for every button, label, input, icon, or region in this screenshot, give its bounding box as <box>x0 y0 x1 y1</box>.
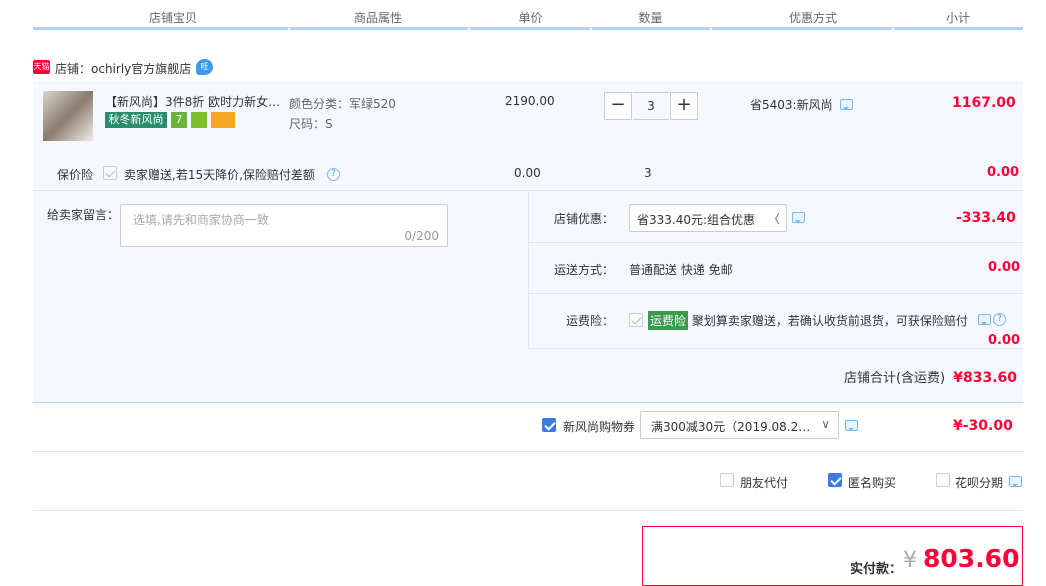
coupon-value: 满300减30元（2019.08.2… <box>651 420 811 434</box>
freight-ins-help-icon[interactable]: ? <box>993 313 1006 326</box>
cart-item: 【新风尚】3件8折 欧时力新女装2019冬装新款 秋冬新风尚 7 颜色分类：军绿… <box>33 81 1023 191</box>
order-details: 给卖家留言： 选填,请先和商家协商一致 0/200 店铺优惠： 省333.40元… <box>33 191 1024 403</box>
friend-pay-checkbox[interactable] <box>720 473 734 487</box>
header-divider <box>892 28 894 31</box>
wangwang-chat-icon[interactable]: 旺 <box>196 59 213 75</box>
promo-text: 省5403:新风尚 <box>750 98 833 112</box>
insurance-qty: 3 <box>644 166 652 180</box>
product-color: 颜色分类：军绿520 <box>289 97 396 111</box>
header-subtotal: 小计 <box>945 11 970 25</box>
freight-ins-amount: 0.00 <box>988 333 1021 348</box>
freight-ins-text: 聚划算卖家赠送，若确认收货前退货，可获保险赔付 <box>691 314 968 328</box>
store-promo-amount: -333.40 <box>956 210 1016 226</box>
store-promo-select[interactable]: 省333.40元:组合优惠 〈 <box>629 204 787 232</box>
store-name-link[interactable]: 店铺：ochirly官方旗舰店 <box>55 60 191 77</box>
store-promo-row: 店铺优惠： 省333.40元:组合优惠 〈 -333.40 <box>529 191 1024 243</box>
store-promo-message-icon[interactable] <box>792 212 805 223</box>
seller-memo-textarea[interactable]: 选填,请先和商家协商一致 0/200 <box>120 204 448 247</box>
tag-card-icon <box>211 112 235 128</box>
header-divider <box>590 28 592 31</box>
coupon-amount: ¥-30.00 <box>953 418 1013 434</box>
store-total-label: 店铺合计(含运费) <box>843 371 946 386</box>
shipping-label: 运送方式： <box>554 263 615 277</box>
insurance-desc: 卖家赠送,若15天降价,保险赔付差额 <box>124 168 315 182</box>
insurance-subtotal: 0.00 <box>987 165 1020 180</box>
freight-ins-checkbox <box>629 313 643 327</box>
tag-autumn-winter: 秋冬新风尚 <box>105 112 167 128</box>
tag-seven-day-return-icon: 7 <box>171 112 187 128</box>
product-thumbnail[interactable] <box>43 91 93 141</box>
freight-ins-label: 运费险： <box>566 314 615 328</box>
store-promo-value: 省333.40元:组合优惠 <box>637 213 756 227</box>
friend-pay-label: 朋友代付 <box>740 476 789 490</box>
freight-ins-badge: 运费险 <box>648 311 689 330</box>
header-divider <box>710 28 712 31</box>
header-attr: 商品属性 <box>353 11 402 25</box>
memo-placeholder: 选填,请先和商家协商一致 <box>133 213 269 227</box>
quantity-minus-button[interactable]: − <box>604 92 632 120</box>
promo-message-icon[interactable] <box>840 99 853 110</box>
divider <box>33 510 1023 511</box>
coupon-checkbox[interactable] <box>542 418 556 432</box>
freight-ins-desc: 运费险 聚划算卖家赠送，若确认收货前退货，可获保险赔付 <box>648 311 968 330</box>
header-qty: 数量 <box>638 11 663 25</box>
tmall-icon: 天猫 <box>33 60 50 74</box>
shipping-value: 普通配送 快递 免邮 <box>629 263 733 277</box>
freight-insurance-row: 运费险： 运费险 聚划算卖家赠送，若确认收货前退货，可获保险赔付 ? 0.00 <box>529 294 1024 349</box>
memo-section: 给卖家留言： 选填,请先和商家协商一致 0/200 <box>33 191 528 349</box>
huabei-checkbox[interactable] <box>936 473 950 487</box>
order-options: 店铺优惠： 省333.40元:组合优惠 〈 -333.40 运送方式： 普通配送… <box>528 191 1024 349</box>
quantity-input[interactable]: 3 <box>633 92 669 120</box>
huabei-message-icon[interactable] <box>1009 476 1022 487</box>
coupon-chevron-icon: ∨ <box>821 417 830 431</box>
divider <box>33 451 1023 452</box>
header-item: 店铺宝贝 <box>148 11 197 25</box>
insurance-checkbox <box>103 166 117 180</box>
freight-ins-message-icon[interactable] <box>978 314 991 325</box>
anonymous-checkbox[interactable] <box>828 473 842 487</box>
product-title-link[interactable]: 【新风尚】3件8折 欧时力新女装2019冬装新款 <box>105 93 283 110</box>
coupon-message-icon[interactable] <box>845 420 858 431</box>
item-subtotal: 1167.00 <box>952 95 1016 111</box>
shipping-amount: 0.00 <box>988 260 1021 275</box>
header-price: 单价 <box>518 11 543 25</box>
tag-guarantee-icon <box>191 112 207 128</box>
quantity-stepper: − 3 + <box>604 92 700 120</box>
anonymous-label: 匿名购买 <box>848 476 897 490</box>
memo-char-count: 0/200 <box>404 229 439 243</box>
header-divider <box>288 28 290 31</box>
payment-label: 实付款： <box>850 562 903 577</box>
insurance-price: 0.00 <box>514 166 541 180</box>
payment-amount: 803.60 <box>923 544 1020 573</box>
insurance-label: 保价险 <box>57 168 94 182</box>
payment-summary: 实付款： ¥ 803.60 <box>642 526 1023 586</box>
store-total-amount: ¥833.60 <box>953 370 1017 386</box>
coupon-label: 新风尚购物券 <box>563 420 636 434</box>
shipping-row: 运送方式： 普通配送 快递 免邮 0.00 <box>529 243 1024 294</box>
quantity-plus-button[interactable]: + <box>670 92 698 120</box>
store-total: 店铺合计(含运费) ¥833.60 <box>844 367 1017 386</box>
huabei-label: 花呗分期 <box>955 476 1004 490</box>
insurance-help-icon[interactable]: ? <box>327 168 340 181</box>
unit-price: 2190.00 <box>505 94 555 108</box>
payment-currency: ¥ <box>903 548 917 573</box>
product-size: 尺码：S <box>289 117 333 131</box>
store-promo-arrow-icon: 〈 <box>767 212 780 226</box>
coupon-select[interactable]: 满300减30元（2019.08.2… ∨ <box>640 411 839 439</box>
store-promo-label: 店铺优惠： <box>554 212 615 226</box>
table-header: 店铺宝贝 商品属性 单价 数量 优惠方式 小计 <box>33 0 1023 30</box>
header-divider <box>468 28 470 31</box>
header-promo: 优惠方式 <box>788 11 837 25</box>
memo-label: 给卖家留言： <box>47 208 120 222</box>
